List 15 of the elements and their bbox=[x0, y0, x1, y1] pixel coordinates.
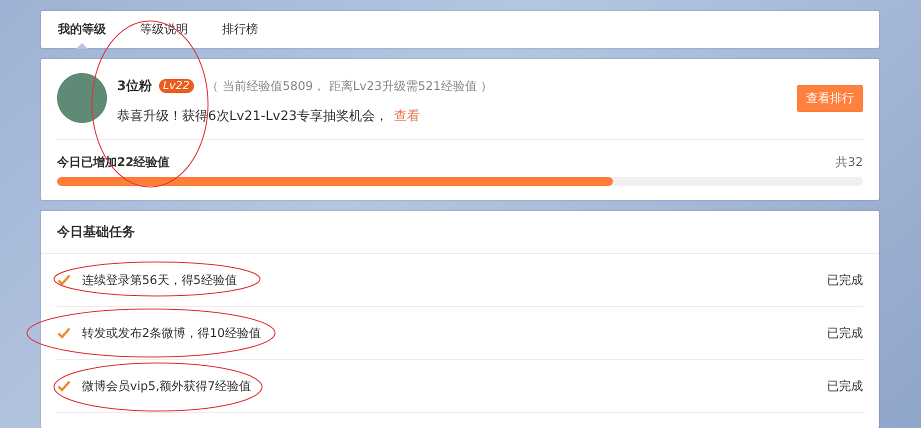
task-status: 已完成 bbox=[827, 378, 863, 394]
upgrade-message: 恭喜升级！获得6次Lv21-Lv23专享抽奖机会， bbox=[117, 108, 388, 125]
tab[interactable]: 排行榜 bbox=[211, 11, 269, 48]
tasks-title: 今日基础任务 bbox=[41, 211, 879, 254]
task-status: 已完成 bbox=[827, 272, 863, 288]
task-text: 转发或发布2条微博，得10经验值 bbox=[82, 324, 262, 342]
exp-note: （ 当前经验值5809， 距离Lv23升级需521经验值 ） bbox=[206, 78, 493, 94]
tab[interactable]: 我的等级 bbox=[47, 11, 117, 48]
level-badge: Lv22 bbox=[159, 79, 194, 93]
task-text: 连续登录第56天，得5经验值 bbox=[82, 272, 238, 288]
user-name: 3位粉 bbox=[117, 78, 152, 95]
total-exp: 共32 bbox=[836, 154, 863, 171]
task-status: 已完成 bbox=[827, 324, 863, 342]
avatar-placeholder bbox=[57, 73, 107, 123]
task-text: 微博会员vip5,额外获得7经验值 bbox=[82, 378, 252, 394]
